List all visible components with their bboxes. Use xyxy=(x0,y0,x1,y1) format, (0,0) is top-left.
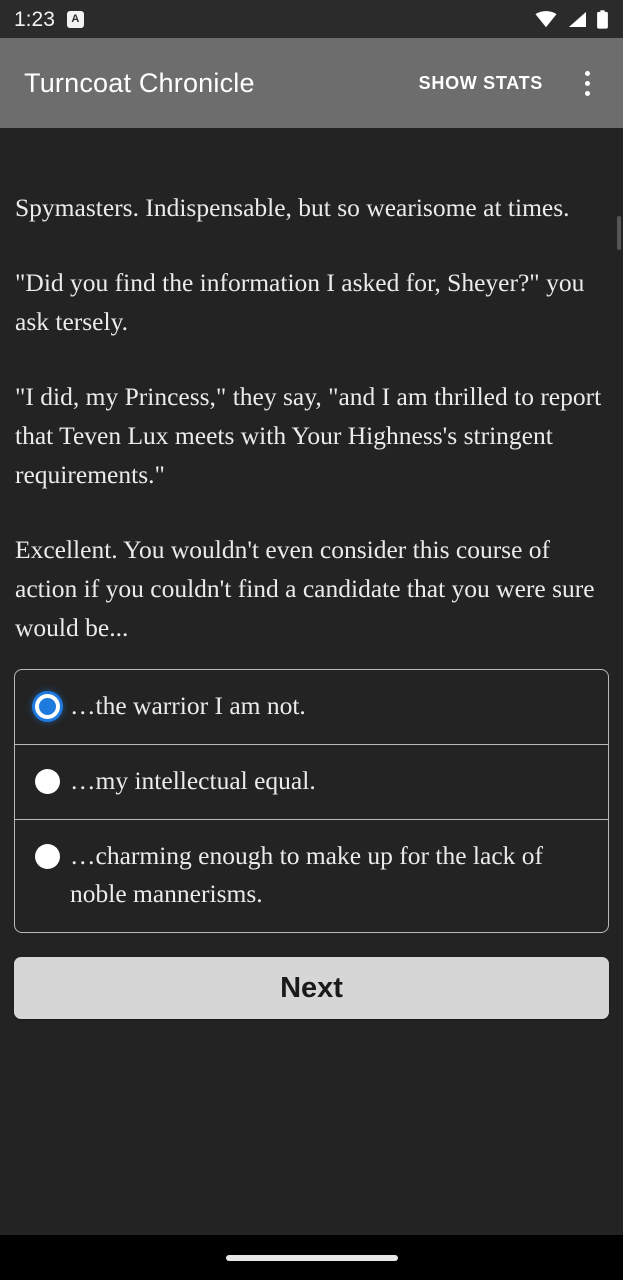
story-content[interactable]: Spymasters. Indispensable, but so wearis… xyxy=(0,128,623,1235)
app-bar: Turncoat Chronicle SHOW STATS xyxy=(0,38,623,128)
status-bar: 1:23 A xyxy=(0,0,623,38)
overflow-dot xyxy=(584,90,590,96)
choice-label: …the warrior I am not. xyxy=(70,691,306,720)
story-paragraph: Spymasters. Indispensable, but so wearis… xyxy=(15,193,570,222)
phone-screen: 1:23 A Turncoat Chronicle SHOW STATS Spy… xyxy=(0,0,623,1280)
cell-signal-icon xyxy=(568,11,586,27)
radio-button-icon[interactable] xyxy=(35,844,60,869)
next-button[interactable]: Next xyxy=(14,957,609,1019)
next-button-container: Next xyxy=(14,957,609,1019)
story-paragraph: "I did, my Princess," they say, "and I a… xyxy=(15,382,602,489)
radio-button-selected-icon[interactable] xyxy=(35,694,60,719)
choice-option-2[interactable]: …my intellectual equal. xyxy=(15,745,608,820)
choice-option-3[interactable]: …charming enough to make up for the lack… xyxy=(15,820,608,932)
overflow-menu-icon[interactable] xyxy=(563,59,611,107)
story-paragraph: Excellent. You wouldn't even consider th… xyxy=(15,535,595,642)
status-clock: 1:23 xyxy=(14,7,55,31)
story-paragraph: "Did you find the information I asked fo… xyxy=(15,268,585,336)
scrollbar-thumb[interactable] xyxy=(617,216,621,250)
status-icons xyxy=(535,9,609,29)
choice-list: …the warrior I am not. …my intellectual … xyxy=(14,669,609,933)
home-gesture-pill[interactable] xyxy=(225,1254,398,1261)
choice-label: …charming enough to make up for the lack… xyxy=(70,841,544,908)
show-stats-button[interactable]: SHOW STATS xyxy=(413,63,549,104)
story-text: Spymasters. Indispensable, but so wearis… xyxy=(0,128,623,647)
choice-label: …my intellectual equal. xyxy=(70,766,316,795)
battery-icon xyxy=(597,9,608,29)
choice-option-1[interactable]: …the warrior I am not. xyxy=(15,670,608,745)
page-title: Turncoat Chronicle xyxy=(24,67,255,98)
system-navigation-bar xyxy=(0,1235,623,1280)
app-bar-actions: SHOW STATS xyxy=(413,59,611,107)
radio-button-icon[interactable] xyxy=(35,769,60,794)
notification-badge-icon: A xyxy=(66,10,84,28)
overflow-dot xyxy=(584,70,590,76)
wifi-icon xyxy=(535,10,557,27)
overflow-dot xyxy=(584,80,590,86)
